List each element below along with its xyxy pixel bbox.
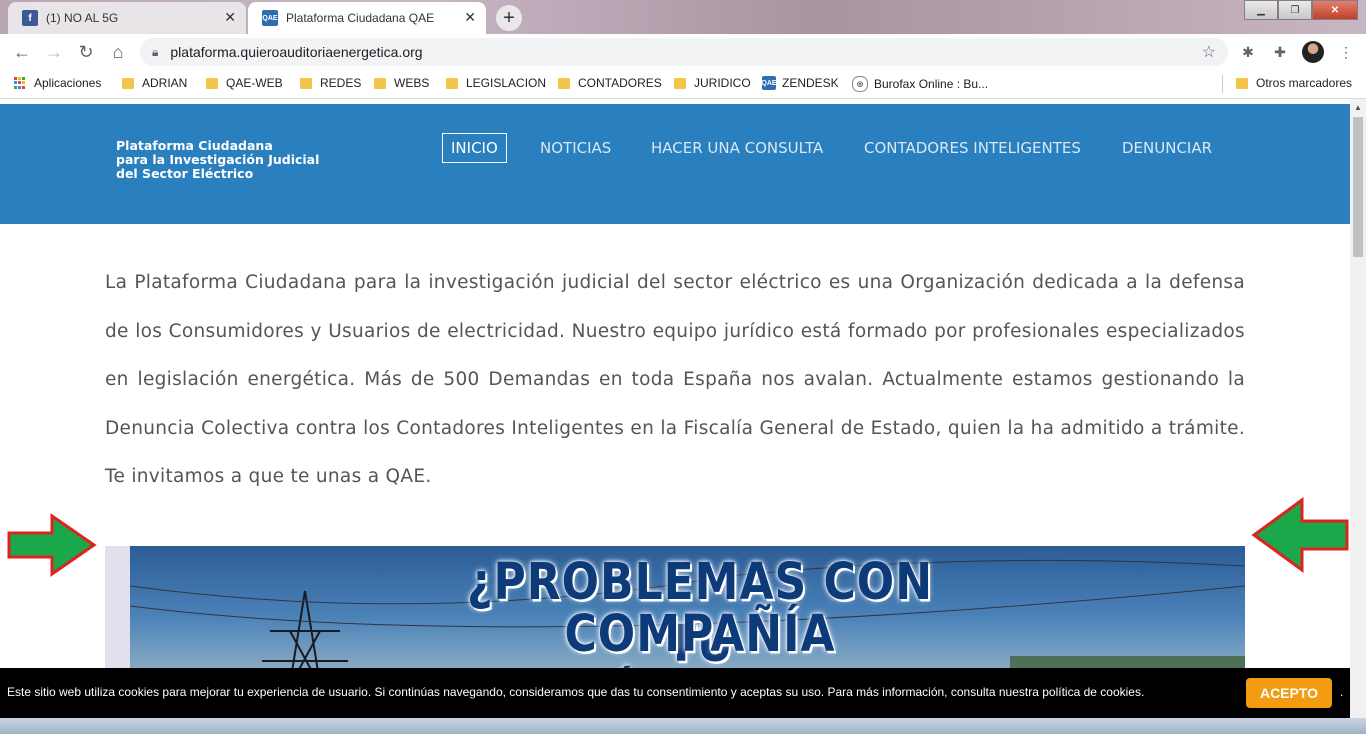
qae-icon: QAE	[761, 76, 777, 90]
bookmark-folder[interactable]: WEBS	[374, 76, 429, 90]
close-tab-icon[interactable]: ✕	[224, 9, 236, 26]
folder-icon	[674, 77, 686, 89]
back-icon[interactable]: ←	[10, 40, 34, 64]
bookmark-zendesk[interactable]: QAE ZENDESK	[761, 76, 839, 90]
scroll-thumb[interactable]	[1353, 117, 1363, 257]
folder-icon	[206, 77, 218, 89]
bookmark-apps[interactable]: Aplicaciones	[14, 76, 101, 90]
folder-icon	[558, 77, 570, 89]
bookmark-label: ZENDESK	[782, 76, 839, 90]
bookmark-star-icon[interactable]: ☆	[1202, 42, 1216, 62]
site-header: Plataforma Ciudadana para la Investigaci…	[0, 104, 1350, 224]
lock-icon: 🔒︎	[152, 44, 159, 59]
accept-cookies-button[interactable]: ACEPTO	[1246, 678, 1332, 708]
bookmark-label: WEBS	[394, 76, 430, 90]
tab-plataforma-qae[interactable]: QAE Plataforma Ciudadana QAE ✕	[248, 2, 486, 34]
close-tab-icon[interactable]: ✕	[464, 9, 476, 26]
bookmark-folder[interactable]: REDES	[300, 76, 361, 90]
bookmark-label: REDES	[320, 76, 362, 90]
minimize-icon[interactable]: ▁	[1244, 0, 1278, 20]
url-text: plataforma.quieroauditoriaenergetica.org	[170, 44, 423, 60]
new-tab-button[interactable]: +	[496, 5, 522, 31]
bookmark-folder[interactable]: LEGISLACION	[446, 76, 546, 90]
nav-hacer-consulta[interactable]: HACER UNA CONSULTA	[651, 139, 823, 157]
extension-icon[interactable]: ✱	[1238, 42, 1258, 62]
apps-grid-icon	[14, 77, 26, 89]
bookmark-burofax[interactable]: ◎ Burofax Online : Bu...	[852, 76, 988, 92]
window-controls: ▁ ❐ ✕	[1244, 0, 1358, 20]
folder-icon	[374, 77, 386, 89]
bookmark-label: Burofax Online : Bu...	[874, 77, 989, 91]
bookmark-folder[interactable]: ADRIAN	[122, 76, 187, 90]
bookmark-folder[interactable]: JURIDICO	[674, 76, 751, 90]
menu-kebab-icon[interactable]: ⋮	[1336, 42, 1356, 62]
close-window-icon[interactable]: ✕	[1312, 0, 1358, 20]
web-page: Plataforma Ciudadana para la Investigaci…	[0, 99, 1350, 734]
bookmark-folder[interactable]: QAE-WEB	[206, 76, 283, 90]
bookmark-folder[interactable]: CONTADORES	[558, 76, 662, 90]
logo-line: del Sector Eléctrico	[116, 166, 254, 181]
qae-icon: QAE	[262, 10, 278, 26]
os-taskbar	[0, 718, 1366, 734]
cookie-trailing: .	[1340, 685, 1344, 699]
tab-no-al-5g[interactable]: f (1) NO AL 5G ✕	[8, 2, 246, 34]
bookmark-label: JURIDICO	[694, 76, 751, 90]
logo-line: para la Investigación Judicial	[116, 152, 320, 167]
folder-icon	[446, 77, 458, 89]
bookmark-label: Aplicaciones	[34, 76, 102, 90]
tab-title: Plataforma Ciudadana QAE	[286, 11, 435, 25]
maximize-icon[interactable]: ❐	[1278, 0, 1312, 20]
nav-inicio[interactable]: INICIO	[442, 133, 507, 163]
intro-paragraph: La Plataforma Ciudadana para la investig…	[105, 272, 1245, 487]
bookmark-label: Otros marcadores	[1256, 76, 1353, 90]
arrow-right-icon	[7, 513, 97, 577]
logo-line: Plataforma Ciudadana	[116, 138, 273, 153]
nav-noticias[interactable]: NOTICIAS	[540, 139, 611, 157]
reload-icon[interactable]: ↻	[74, 40, 98, 64]
forward-icon[interactable]: →	[42, 40, 66, 64]
home-icon[interactable]: ⌂	[106, 40, 130, 64]
bookmark-label: ADRIAN	[142, 76, 188, 90]
nav-contadores[interactable]: CONTADORES INTELIGENTES	[864, 139, 1081, 157]
bookmark-label: QAE-WEB	[226, 76, 283, 90]
page-scrollbar[interactable]: ▲	[1350, 99, 1366, 734]
address-bar[interactable]: 🔒︎ plataforma.quieroauditoriaenergetica.…	[140, 38, 1228, 66]
bookmark-label: LEGISLACION	[466, 76, 547, 90]
folder-icon	[1236, 77, 1248, 89]
site-logo[interactable]: Plataforma Ciudadana para la Investigaci…	[116, 139, 319, 181]
tab-title: (1) NO AL 5G	[46, 11, 119, 25]
browser-toolbar: ← → ↻ ⌂ 🔒︎ plataforma.quieroauditoriaene…	[0, 34, 1366, 70]
tab-strip: f (1) NO AL 5G ✕ QAE Plataforma Ciudadan…	[0, 0, 1366, 34]
arrow-left-icon	[1251, 497, 1349, 573]
facebook-icon: f	[22, 10, 38, 26]
burofax-icon: ◎	[852, 76, 868, 92]
extensions-puzzle-icon[interactable]: ✚	[1270, 42, 1290, 62]
bookmark-label: CONTADORES	[578, 76, 662, 90]
scroll-up-icon[interactable]: ▲	[1350, 99, 1366, 115]
bookmark-separator	[1222, 75, 1223, 93]
bookmarks-bar: Aplicaciones ADRIAN QAE-WEB REDES WEBS L…	[0, 70, 1366, 99]
folder-icon	[300, 77, 312, 89]
bookmark-other[interactable]: Otros marcadores	[1236, 76, 1352, 90]
cookie-text: Este sitio web utiliza cookies para mejo…	[7, 685, 1145, 699]
cookie-banner: Este sitio web utiliza cookies para mejo…	[0, 668, 1350, 718]
nav-denunciar[interactable]: DENUNCIAR	[1122, 139, 1212, 157]
folder-icon	[122, 77, 134, 89]
profile-avatar[interactable]	[1302, 41, 1324, 63]
